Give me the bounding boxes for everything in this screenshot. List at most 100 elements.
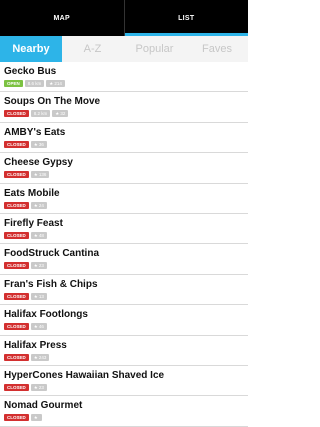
star-icon: ★ [33, 324, 38, 330]
list-tab-label: LIST [178, 14, 195, 22]
rating-value: 36 [38, 141, 44, 147]
list-item-meta: CLOSED ★ 23 [4, 383, 248, 391]
status-badge: CLOSED [4, 171, 29, 179]
tab-popular[interactable]: Popular [123, 36, 186, 62]
star-icon: ★ [33, 263, 38, 269]
tab-popular-label: Popular [135, 43, 174, 55]
list-item-meta: CLOSED ★ 36 [4, 140, 248, 148]
rating-badge: ★ 243 [30, 353, 50, 361]
rating-badge: ★ 13 [30, 292, 47, 300]
tab-a-z-label: A-Z [83, 43, 102, 55]
status-badge: CLOSED [4, 414, 29, 422]
star-icon: ★ [33, 141, 38, 147]
star-icon: ★ [33, 202, 38, 208]
rating-value: 243 [38, 354, 47, 360]
list-item-name: Firefly Feast [4, 217, 63, 229]
star-icon: ★ [33, 384, 38, 390]
list-tab[interactable]: LIST [123, 0, 249, 36]
list-item-meta: CLOSED ★ 24 [4, 201, 248, 209]
rating-badge: ★ 48 [30, 231, 47, 239]
rating-value: 214 [54, 81, 62, 86]
list-item[interactable]: Nomad Gourmet CLOSED ★ [0, 396, 248, 427]
status-badge: CLOSED [4, 140, 29, 148]
rating-value: 32 [60, 111, 66, 117]
distance-badge: 8.6 km [24, 80, 45, 87]
map-tab-label: MAP [53, 14, 70, 22]
status-badge: CLOSED [4, 323, 29, 331]
list-item-meta: CLOSED ★ 136 [4, 171, 248, 179]
list-item-meta: CLOSED ★ 13 [4, 292, 248, 300]
list-item-name: Fran's Fish & Chips [4, 278, 98, 290]
list-item[interactable]: Gecko Bus OPEN 8.6 km ★ 214 [0, 62, 248, 93]
sort-tabs: Nearby A-Z Popular Faves [0, 36, 248, 62]
list-item-meta: CLOSED ★ [4, 414, 248, 422]
rating-value: 24 [38, 202, 44, 208]
list-item-name: FoodStruck Cantina [4, 248, 100, 260]
top-bar: MAP LIST [0, 0, 248, 36]
rating-badge: ★ 23 [30, 383, 47, 391]
tab-a-z[interactable]: A-Z [62, 36, 123, 62]
list-item-name: Halifax Footlongs [4, 309, 88, 321]
distance-value: 8.2 km [33, 111, 48, 117]
rating-value: 136 [38, 172, 47, 178]
rating-badge: ★ 214 [46, 80, 65, 87]
rating-badge: ★ 24 [30, 201, 47, 209]
rating-badge: ★ 23 [30, 262, 47, 270]
list-item[interactable]: Cheese Gypsy CLOSED ★ 136 [0, 153, 248, 184]
status-badge: CLOSED [4, 201, 29, 209]
rating-value: 23 [38, 384, 44, 390]
list-item-name: Eats Mobile [4, 187, 60, 199]
rating-badge: ★ [30, 414, 42, 422]
star-icon: ★ [33, 415, 38, 421]
list-item-meta: CLOSED 8.2 km ★ 32 [4, 110, 248, 118]
star-icon: ★ [55, 111, 60, 117]
rating-value: 48 [38, 232, 44, 238]
tab-faves[interactable]: Faves [186, 36, 248, 62]
list-item[interactable]: FoodStruck Cantina CLOSED ★ 23 [0, 244, 248, 275]
star-icon: ★ [49, 81, 54, 86]
rating-value: 23 [38, 263, 44, 269]
rating-badge: ★ 46 [30, 323, 47, 331]
list-item[interactable]: Halifax Footlongs CLOSED ★ 46 [0, 305, 248, 336]
rating-badge: ★ 36 [30, 140, 47, 148]
distance-value: 8.6 km [27, 81, 42, 86]
list-item[interactable]: Halifax Press CLOSED ★ 243 [0, 336, 248, 366]
truck-list: Gecko Bus OPEN 8.6 km ★ 214 Soups On The… [0, 62, 248, 427]
list-item-name: Nomad Gourmet [4, 400, 83, 412]
status-badge: CLOSED [4, 262, 29, 270]
star-icon: ★ [33, 293, 38, 299]
list-item-name: Soups On The Move [4, 96, 101, 108]
status-badge: OPEN [4, 80, 23, 87]
rating-badge: ★ 32 [52, 110, 69, 118]
star-icon: ★ [33, 354, 38, 360]
status-badge: CLOSED [4, 110, 29, 118]
status-badge: CLOSED [4, 353, 29, 361]
map-tab[interactable]: MAP [0, 0, 124, 36]
list-item-name: Gecko Bus [4, 66, 57, 77]
list-item[interactable]: Fran's Fish & Chips CLOSED ★ 13 [0, 275, 248, 306]
list-item-name: Cheese Gypsy [4, 157, 73, 169]
status-badge: CLOSED [4, 231, 29, 239]
star-icon: ★ [33, 172, 38, 178]
list-item[interactable]: Soups On The Move CLOSED 8.2 km ★ 32 [0, 92, 248, 123]
star-icon: ★ [33, 232, 38, 238]
list-item[interactable]: AMBY's Eats CLOSED ★ 36 [0, 123, 248, 154]
tab-nearby[interactable]: Nearby [0, 36, 62, 62]
list-item-meta: CLOSED ★ 23 [4, 262, 248, 270]
list-item-meta: CLOSED ★ 46 [4, 323, 248, 331]
tab-nearby-label: Nearby [12, 43, 50, 55]
distance-badge: 8.2 km [30, 110, 51, 118]
tab-faves-label: Faves [202, 43, 232, 55]
rating-value: 13 [38, 293, 44, 299]
list-item-name: Halifax Press [4, 339, 67, 351]
status-badge: CLOSED [4, 383, 29, 391]
list-item-name: AMBY's Eats [4, 126, 66, 138]
list-item[interactable]: Firefly Feast CLOSED ★ 48 [0, 214, 248, 245]
list-item-meta: OPEN 8.6 km ★ 214 [4, 80, 248, 87]
list-item-name: HyperCones Hawaiian Shaved Ice [4, 369, 165, 381]
status-badge: CLOSED [4, 292, 29, 300]
list-item[interactable]: Eats Mobile CLOSED ★ 24 [0, 184, 248, 214]
list-item[interactable]: HyperCones Hawaiian Shaved Ice CLOSED ★ … [0, 366, 248, 397]
rating-value: 46 [38, 324, 44, 330]
list-item-meta: CLOSED ★ 243 [4, 353, 248, 361]
